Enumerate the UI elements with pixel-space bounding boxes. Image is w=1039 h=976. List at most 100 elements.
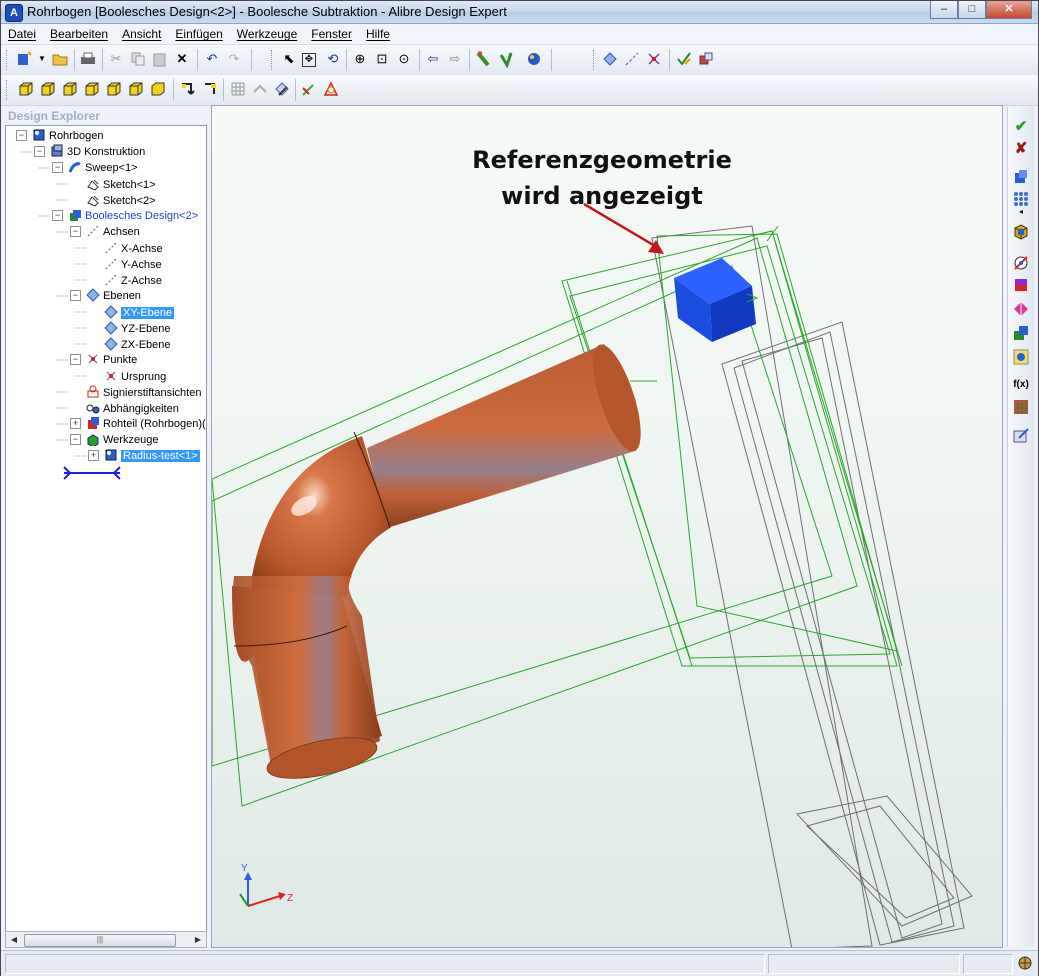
probe-icon[interactable] [1011,253,1031,273]
section-plane-icon[interactable] [273,80,291,98]
tree-item-achsen[interactable]: − Achsen [70,224,140,240]
scroll-left-icon[interactable]: ◀ [8,934,20,945]
model-view[interactable]: Y Z [212,106,1003,948]
copy-icon[interactable] [129,50,147,68]
tree-item-sweep-1[interactable]: − Sweep<1> [52,160,138,176]
tree-item-sketch-2[interactable]: Sketch<2> [70,192,156,208]
pan-icon[interactable]: ✥ [302,53,316,67]
cut-icon[interactable]: ✂ [107,50,125,68]
print-icon[interactable] [79,50,97,68]
axis-tool-icon[interactable] [623,50,641,68]
properties-icon[interactable] [1011,425,1031,445]
collapse-icon[interactable]: − [52,210,63,221]
status-globe-icon[interactable] [1017,955,1033,971]
table-icon[interactable] [1011,397,1031,417]
render-icon[interactable] [525,50,543,68]
back-icon[interactable]: ⇦ [424,50,442,68]
expand-icon[interactable]: + [70,418,81,429]
tool-block[interactable] [674,258,759,342]
scroll-thumb[interactable]: ||| [24,934,176,947]
grid-icon[interactable] [229,80,247,98]
close-button[interactable]: ✕ [986,1,1032,19]
zoom-window-icon[interactable]: ⊡ [373,50,391,68]
tree-item-yz-ebene[interactable]: YZ-Ebene [88,320,171,336]
explorer-horizontal-scrollbar[interactable]: ◀ ||| ▶ [5,931,207,948]
view-reverse-icon[interactable] [201,80,219,98]
new-dropdown-icon[interactable]: ▼ [33,50,51,68]
tree-item-boolesches-design-2[interactable]: − Boolesches Design<2> [52,208,198,224]
view-top-icon[interactable] [105,80,123,98]
measure-icon[interactable] [697,50,715,68]
collapse-icon[interactable]: − [70,226,81,237]
assembly-icon[interactable] [1011,323,1031,343]
section-icon[interactable] [251,80,269,98]
tree-item-werkzeuge[interactable]: − Werkzeuge [70,432,158,448]
color-part-icon[interactable] [1011,275,1031,295]
open-icon[interactable] [51,50,69,68]
collapse-icon[interactable]: − [52,162,63,173]
tree-item-3d-konstruktion[interactable]: − 3D Konstruktion [34,144,145,160]
new-icon[interactable] [15,50,33,68]
collapse-icon[interactable]: − [70,434,81,445]
ok-button[interactable]: ✔ [1011,117,1031,137]
tree-item-signierstiftansichten[interactable]: Signierstiftansichten [70,384,201,400]
zoom-in-icon[interactable]: ⊕ [351,50,369,68]
forward-icon[interactable]: ⇨ [446,50,464,68]
tree-item-xy-ebene[interactable]: XY-Ebene [88,304,175,320]
boolean-tool-icon[interactable] [1011,167,1031,187]
menu-bearbeiten[interactable]: Bearbeiten [43,27,115,41]
view-left-icon[interactable] [61,80,79,98]
collapse-icon[interactable]: − [70,290,81,301]
render-settings-icon[interactable] [1011,347,1031,367]
3d-viewport[interactable]: Y Z Referenzgeometrie wird angezeigt [211,105,1003,948]
menu-werkzeuge[interactable]: Werkzeuge [230,27,304,41]
view-iso1-icon[interactable] [149,80,167,98]
pattern-icon[interactable] [1011,189,1031,209]
tree-item-rohteil-rohrbogen[interactable]: + Rohteil (Rohrbogen)( [70,416,206,432]
tree-item-ebenen[interactable]: − Ebenen [70,288,141,304]
view-front-icon[interactable] [17,80,35,98]
equation-button[interactable]: f(x) [1011,375,1031,395]
menu-hilfe[interactable]: Hilfe [359,27,397,41]
minimize-button[interactable]: – [930,1,958,19]
view-right-icon[interactable] [83,80,101,98]
rotate-icon[interactable]: ⟲ [324,50,342,68]
view-back-icon[interactable] [39,80,57,98]
toolbar-grip[interactable] [593,50,597,70]
toolbar-grip[interactable] [6,80,10,100]
plane-tool-icon[interactable] [601,50,619,68]
maximize-button[interactable]: □ [958,1,986,19]
paste-icon[interactable] [151,50,169,68]
menu-datei[interactable]: Datei [1,27,43,41]
collapse-icon[interactable]: − [16,130,27,141]
delete-icon[interactable]: ✕ [173,50,191,68]
tree-item-punkte[interactable]: − Punkte [70,352,137,368]
check-tool-icon[interactable] [675,50,693,68]
scroll-right-icon[interactable]: ▶ [192,934,204,945]
menu-einfuegen[interactable]: Einfügen [168,27,229,41]
sketch-tool-icon[interactable] [322,80,340,98]
view-bottom-icon[interactable] [127,80,145,98]
part-tool-icon[interactable] [1011,221,1031,241]
undo-icon[interactable]: ↶ [203,50,221,68]
app-icon[interactable]: A [5,4,23,22]
expand-arrow-icon[interactable]: ◂ [1011,207,1031,217]
expand-icon[interactable]: + [88,450,99,461]
axis-triad[interactable]: Y Z [239,863,293,907]
edit-sketch-icon[interactable] [300,80,318,98]
tree-item-x-achse[interactable]: X-Achse [88,240,163,256]
cancel-button[interactable]: ✘ [1011,139,1031,159]
tree-item-y-achse[interactable]: Y-Achse [88,256,162,272]
select-icon[interactable]: ⬉ [280,50,298,68]
pipe-elbow[interactable] [232,339,650,786]
collapse-icon[interactable]: − [70,354,81,365]
tree-item-ursprung[interactable]: Ursprung [88,368,166,384]
view-iso2-icon[interactable] [179,80,197,98]
feature-icon[interactable] [475,50,493,68]
tree-item-zx-ebene[interactable]: ZX-Ebene [88,336,171,352]
sweep-tool-icon[interactable] [497,50,515,68]
tree-item-sketch-1[interactable]: Sketch<1> [70,176,156,192]
point-tool-icon[interactable] [645,50,663,68]
menu-ansicht[interactable]: Ansicht [115,27,168,41]
zoom-fit-icon[interactable]: ⊙ [395,50,413,68]
